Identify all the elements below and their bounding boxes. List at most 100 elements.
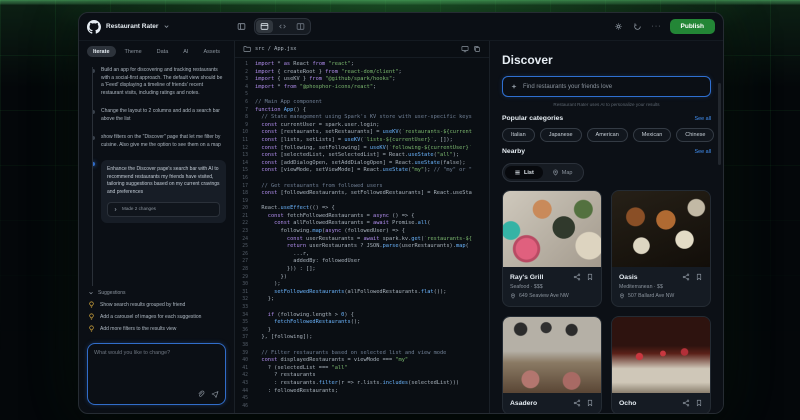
restaurant-photo — [503, 191, 601, 267]
preview-scrollbar[interactable] — [718, 83, 721, 165]
code-area[interactable]: 1import * as React from "react";2import … — [235, 58, 489, 413]
bookmark-icon[interactable] — [586, 399, 594, 407]
suggestion-text: Show search results grouped by friend — [100, 302, 185, 308]
code-line: 1import * as React from "react"; — [235, 61, 489, 69]
lightbulb-icon — [88, 313, 95, 320]
publish-button[interactable]: Publish — [670, 19, 715, 34]
restaurant-card[interactable]: Ocho — [611, 316, 711, 413]
category-chip-mexican[interactable]: Mexican — [633, 128, 671, 142]
app-title: Restaurant Rater — [106, 23, 158, 30]
code-line: 36 } — [235, 327, 489, 335]
panel-tabs: IterateThemeDataAIAssets — [79, 41, 234, 61]
suggestions-label: Suggestions — [98, 290, 126, 296]
search-input[interactable]: Find restaurants your friends love — [502, 76, 711, 97]
nearby-see-all-link[interactable]: See all — [695, 149, 711, 155]
map-toggle-option[interactable]: Map — [543, 166, 582, 179]
suggestion-item[interactable]: Add a carousel of images for each sugges… — [88, 313, 225, 320]
share-icon[interactable] — [682, 273, 690, 281]
view-mode-switcher — [254, 18, 311, 35]
share-icon[interactable] — [573, 273, 581, 281]
chat-input[interactable]: What would you like to change? — [87, 343, 226, 405]
suggestions-header[interactable]: Suggestions — [88, 290, 225, 296]
sidebar-toggle-icon[interactable] — [235, 20, 248, 33]
popular-section-header: Popular categories See all — [502, 115, 711, 122]
list-toggle-option[interactable]: List — [505, 166, 543, 179]
code-line: 2import { createRoot } from "react-dom/c… — [235, 69, 489, 77]
restaurant-card[interactable]: Asadero — [502, 316, 602, 413]
app-window: Restaurant Rater — [78, 12, 724, 414]
tab-assets[interactable]: Assets — [197, 46, 226, 57]
category-chip-italian[interactable]: Italian — [502, 128, 535, 142]
code-line: 20 React.useEffect(() => { — [235, 205, 489, 213]
code-line: 39 // Filter restaurants based on select… — [235, 350, 489, 358]
made-changes-toggle[interactable]: Made 2 changes — [107, 202, 220, 217]
category-chip-american[interactable]: American — [587, 128, 628, 142]
code-line: 43 : restaurants.filter(r => r.lists.inc… — [235, 380, 489, 388]
bookmark-icon[interactable] — [695, 273, 703, 281]
restaurant-meta: Seafood · $$$ — [510, 284, 594, 290]
restaurant-card[interactable]: Oasis Mediterranean · $$ 507 Ballard Ave… — [611, 190, 711, 307]
github-logo — [87, 20, 101, 34]
file-path: src / App.jsx — [255, 46, 457, 52]
code-line: 4import * from "@phosphor-icons/react"; — [235, 84, 489, 92]
code-line: 46 — [235, 403, 489, 411]
more-menu-button[interactable]: ··· — [650, 21, 664, 32]
monitor-icon[interactable] — [461, 45, 469, 53]
share-icon[interactable] — [682, 399, 690, 407]
suggestion-item[interactable]: Add more filters to the results view — [88, 325, 225, 332]
desktop-background: Restaurant Rater — [0, 0, 800, 420]
code-line: 34 if (following.length > 0) { — [235, 312, 489, 320]
chat-history: Build an app for discovering and trackin… — [92, 67, 226, 286]
tab-data[interactable]: Data — [151, 46, 175, 57]
preview-view-button[interactable] — [256, 20, 273, 33]
code-line: 24 const userRestaurants = await spark.k… — [235, 236, 489, 244]
map-pin-icon — [619, 293, 625, 299]
code-line: 16 — [235, 175, 489, 183]
send-icon[interactable] — [211, 390, 219, 398]
code-view-button[interactable] — [274, 20, 291, 33]
history-icon[interactable] — [631, 20, 644, 33]
split-view-button[interactable] — [292, 20, 309, 33]
code-line: 35 fetchFollowedRestaurants(); — [235, 319, 489, 327]
popular-label: Popular categories — [502, 115, 563, 122]
list-map-toggle: List Map — [502, 163, 584, 182]
bookmark-icon[interactable] — [586, 273, 594, 281]
lightbulb-icon — [88, 325, 95, 332]
map-pin-icon — [552, 169, 559, 176]
category-chip-japanese[interactable]: Japanese — [540, 128, 582, 142]
code-line: 33 — [235, 304, 489, 312]
restaurant-address: 507 Ballard Ave NW — [619, 293, 703, 299]
restaurant-card[interactable]: Ray's Grill Seafood · $$$ 649 Seaview Av… — [502, 190, 602, 307]
chevron-down-icon — [163, 23, 170, 30]
code-line: 28 })) : []; — [235, 266, 489, 274]
code-line: 29 }) — [235, 274, 489, 282]
app-preview: Discover Find restaurants your friends l… — [490, 41, 723, 413]
chat-input-actions — [94, 390, 219, 398]
tab-iterate[interactable]: Iterate — [87, 46, 116, 57]
copy-icon[interactable] — [473, 45, 481, 53]
gear-icon[interactable] — [612, 20, 625, 33]
bookmark-icon[interactable] — [695, 399, 703, 407]
lightbulb-icon — [88, 301, 95, 308]
chat-message: show filters on the "Discover" page that… — [101, 134, 226, 149]
restaurant-photo — [503, 317, 601, 393]
paperclip-icon[interactable] — [197, 390, 205, 398]
code-line: 19 — [235, 198, 489, 206]
iterate-panel: IterateThemeDataAIAssets Build an app fo… — [79, 41, 235, 413]
tab-theme[interactable]: Theme — [119, 46, 148, 57]
search-hint: Restaurant Rater uses AI to personalize … — [502, 102, 711, 107]
suggestion-item[interactable]: Show search results grouped by friend — [88, 301, 225, 308]
tab-ai[interactable]: AI — [177, 46, 194, 57]
popular-see-all-link[interactable]: See all — [695, 116, 711, 122]
category-chip-chinese[interactable]: Chinese — [676, 128, 714, 142]
code-line: 26 ...r, — [235, 251, 489, 259]
app-brand[interactable]: Restaurant Rater — [87, 20, 229, 34]
restaurant-grid: Ray's Grill Seafood · $$$ 649 Seaview Av… — [502, 190, 711, 413]
code-line: 32 }; — [235, 296, 489, 304]
code-line: 8 // State management using Spark's KV s… — [235, 114, 489, 122]
main-content: IterateThemeDataAIAssets Build an app fo… — [79, 41, 723, 413]
suggestion-text: Add a carousel of images for each sugges… — [100, 314, 201, 320]
code-line: 38 — [235, 342, 489, 350]
restaurant-name: Ocho — [619, 400, 677, 407]
share-icon[interactable] — [573, 399, 581, 407]
